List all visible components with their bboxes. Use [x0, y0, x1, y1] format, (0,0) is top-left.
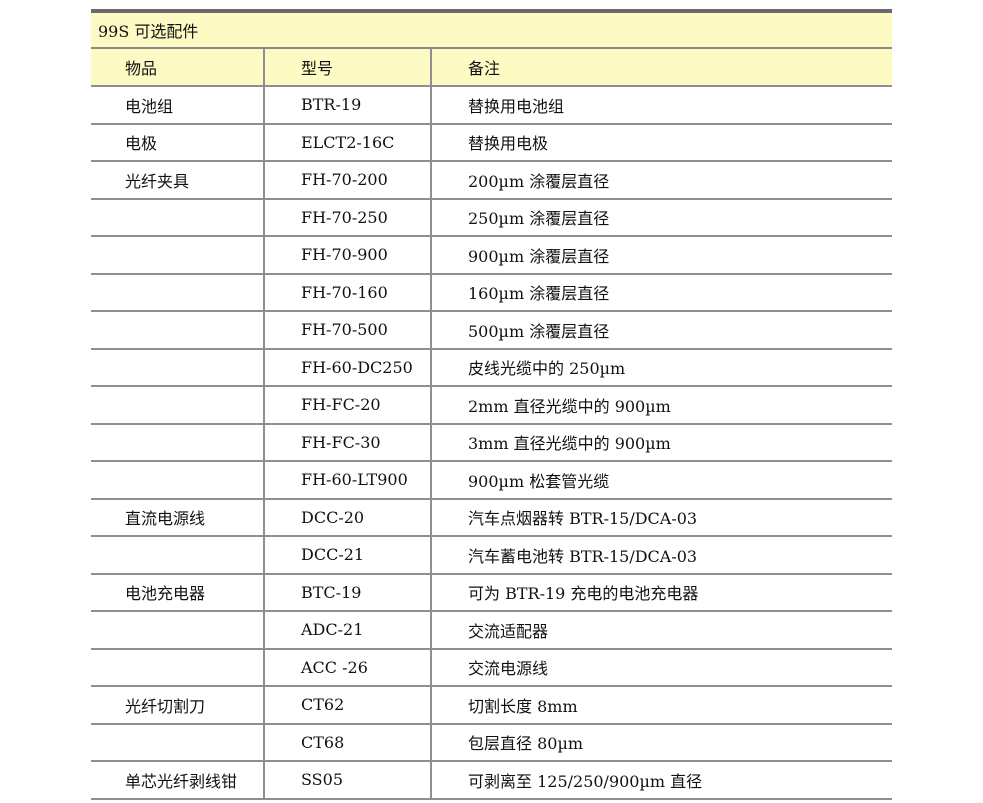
row-remark: 交流电源线: [468, 659, 549, 679]
table-row: ADC-21 交流适配器: [91, 612, 892, 650]
table-row: 电池组 BTR-19 替换用电池组: [91, 87, 892, 125]
row-remark: 可为 BTR-19 充电的电池充电器: [468, 584, 699, 604]
table-row: 单芯光纤剥线钳 SS05 可剥离至 125/250/900µm 直径: [91, 762, 892, 800]
table-row: FH-70-250 250µm 涂覆层直径: [91, 199, 892, 237]
row-model: BTC-19: [265, 574, 432, 610]
table-body: 电池组 BTR-19 替换用电池组 电极 ELCT2-16C 替换用电极 光纤夹具 FH-70…: [91, 87, 892, 800]
row-item: 单芯光纤剥线钳: [91, 762, 265, 798]
table-row: FH-FC-20 2mm 直径光缆中的 900µm: [91, 387, 892, 425]
table-row: 光纤切割刀 CT62 切割长度 8mm: [91, 687, 892, 725]
table-row: 光纤夹具 FH-70-200 200µm 涂覆层直径: [91, 162, 892, 200]
row-remark: 250µm 涂覆层直径: [468, 209, 610, 229]
row-model: DCC-20: [265, 499, 432, 535]
row-item: [91, 387, 265, 423]
table-title: 99S 可选配件: [91, 13, 892, 49]
table-row: FH-70-160 160µm 涂覆层直径: [91, 274, 892, 312]
row-model: FH-70-160: [265, 274, 432, 310]
row-model: FH-60-LT900: [265, 462, 432, 498]
row-remark: 包层直径 80µm: [468, 734, 584, 754]
row-item: [91, 237, 265, 273]
row-item: [91, 199, 265, 235]
row-item: [91, 649, 265, 685]
row-remark: 可剥离至 125/250/900µm 直径: [468, 771, 703, 791]
table-row: FH-60-DC250 皮线光缆中的 250µm: [91, 349, 892, 387]
row-model: ADC-21: [265, 612, 432, 648]
table-row: FH-70-900 900µm 涂覆层直径: [91, 237, 892, 275]
row-remark: 160µm 涂覆层直径: [468, 284, 610, 304]
row-model: CT68: [265, 724, 432, 760]
table-row: FH-60-LT900 900µm 松套管光缆: [91, 462, 892, 500]
row-remark: 汽车蓄电池转 BTR-15/DCA-03: [468, 546, 698, 566]
table-row: 电池充电器 BTC-19 可为 BTR-19 充电的电池充电器: [91, 574, 892, 612]
accessories-table: 99S 可选配件 物品 型号 备注 电池组 BTR-19 替换用电池组电极 ELCT2…: [91, 9, 892, 800]
table-header-row: 物品 型号 备注: [91, 49, 892, 87]
row-remark: 切割长度 8mm: [468, 696, 578, 716]
row-model: FH-FC-20: [265, 387, 432, 423]
table-row: DCC-21 汽车蓄电池转 BTR-15/DCA-03: [91, 537, 892, 575]
row-remark: 900µm 涂覆层直径: [468, 246, 610, 266]
row-model: ELCT2-16C: [265, 124, 432, 160]
row-remark: 替换用电池组: [468, 96, 565, 116]
row-item: [91, 274, 265, 310]
table-row: CT68 包层直径 80µm: [91, 724, 892, 762]
row-model: FH-70-250: [265, 199, 432, 235]
row-remark: 3mm 直径光缆中的 900µm: [468, 434, 671, 454]
row-item: [91, 724, 265, 760]
row-item: [91, 612, 265, 648]
table-row: ACC -26 交流电源线: [91, 649, 892, 687]
row-model: DCC-21: [265, 537, 432, 573]
row-remark: 500µm 涂覆层直径: [468, 321, 610, 341]
row-item: 光纤夹具: [91, 162, 265, 198]
row-model: FH-70-900: [265, 237, 432, 273]
row-item: 电极: [91, 124, 265, 160]
row-item: [91, 349, 265, 385]
row-remark: 200µm 涂覆层直径: [468, 171, 610, 191]
row-item: [91, 462, 265, 498]
row-model: FH-FC-30: [265, 424, 432, 460]
row-item: 直流电源线: [91, 499, 265, 535]
row-model: BTR-19: [265, 87, 432, 123]
header-remark: 备注: [468, 59, 501, 78]
row-remark: 汽车点烟器转 BTR-15/DCA-03: [468, 509, 698, 529]
row-item: 电池充电器: [91, 574, 265, 610]
row-item: [91, 312, 265, 348]
row-remark: 替换用电极: [468, 134, 549, 154]
row-remark: 交流适配器: [468, 621, 549, 641]
row-model: FH-70-500: [265, 312, 432, 348]
row-remark: 皮线光缆中的 250µm: [468, 359, 626, 379]
row-remark: 2mm 直径光缆中的 900µm: [468, 396, 671, 416]
row-model: FH-60-DC250: [265, 349, 432, 385]
row-item: 电池组: [91, 87, 265, 123]
row-model: FH-70-200: [265, 162, 432, 198]
row-item: [91, 537, 265, 573]
header-item: 物品: [91, 49, 265, 85]
header-model: 型号: [265, 49, 432, 85]
row-model: ACC -26: [265, 649, 432, 685]
table-row: 直流电源线 DCC-20 汽车点烟器转 BTR-15/DCA-03: [91, 499, 892, 537]
table-row: FH-FC-30 3mm 直径光缆中的 900µm: [91, 424, 892, 462]
row-model: SS05: [265, 762, 432, 798]
row-remark: 900µm 松套管光缆: [468, 471, 610, 491]
table-row: FH-70-500 500µm 涂覆层直径: [91, 312, 892, 350]
row-item: [91, 424, 265, 460]
table-row: 电极 ELCT2-16C 替换用电极: [91, 124, 892, 162]
row-model: CT62: [265, 687, 432, 723]
row-item: 光纤切割刀: [91, 687, 265, 723]
